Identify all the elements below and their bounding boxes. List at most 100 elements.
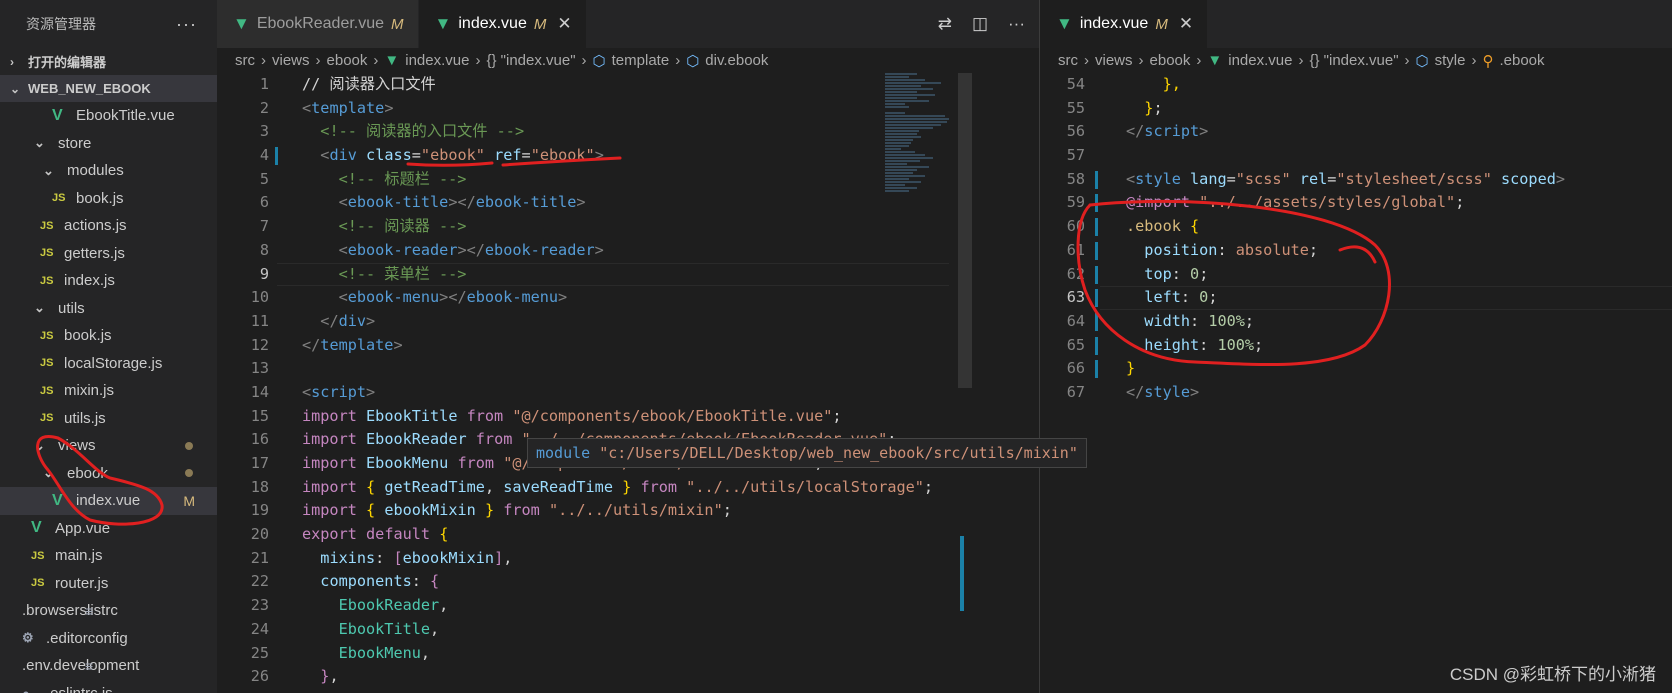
git-change-marker xyxy=(1095,289,1098,308)
code-line[interactable]: 66} xyxy=(1040,357,1672,381)
code-line[interactable]: 20 export default { xyxy=(217,523,1039,547)
line-number: 5 xyxy=(259,169,269,188)
tree-item[interactable]: ⚙ .editorconfig xyxy=(0,625,217,653)
code-line[interactable]: 64 width: 100%; xyxy=(1040,310,1672,334)
tree-item[interactable]: V App.vue xyxy=(0,515,217,543)
tree-item[interactable]: JS localStorage.js xyxy=(0,350,217,378)
code-line[interactable]: 18 import { getReadTime, saveReadTime } f… xyxy=(217,476,1039,500)
code-line[interactable]: 19 import { ebookMixin } from "../../util… xyxy=(217,499,1039,523)
code-line[interactable]: 59 @import "../../assets/styles/global"; xyxy=(1040,191,1672,215)
code-line[interactable]: 60 .ebook { xyxy=(1040,215,1672,239)
code-line[interactable]: 63 left: 0; xyxy=(1040,286,1672,310)
tree-item[interactable]: V EbookTitle.vue xyxy=(0,102,217,130)
code-token: @import xyxy=(1126,193,1191,212)
tree-item[interactable]: JS utils.js xyxy=(0,405,217,433)
tree-item[interactable]: JS main.js xyxy=(0,542,217,570)
code-line[interactable]: 10 <ebook-menu></ebook-menu> xyxy=(217,286,1039,310)
breadcrumb-item[interactable]: .ebook xyxy=(1499,52,1544,69)
vue-file-icon: ▼ xyxy=(1056,14,1073,33)
breadcrumb-separator-icon: › xyxy=(1138,52,1144,69)
breadcrumb-item[interactable]: ebook xyxy=(327,52,368,69)
code-line[interactable]: 9 <!-- 菜单栏 --> xyxy=(217,262,1039,287)
tree-item[interactable]: JS index.js xyxy=(0,267,217,295)
code-line[interactable]: 22 components: { xyxy=(217,570,1039,594)
code-line[interactable]: 12 </template> xyxy=(217,334,1039,358)
tab-index-vue[interactable]: ▼ index.vue M ✕ xyxy=(418,0,587,48)
project-root-section[interactable]: ⌄ WEB_NEW_EBOOK xyxy=(0,75,217,102)
breadcrumb-item[interactable]: {} "index.vue" xyxy=(1309,52,1398,69)
code-line[interactable]: 13 xyxy=(217,357,1039,381)
breadcrumb-item[interactable]: src xyxy=(235,52,255,69)
code-token: scoped xyxy=(1501,169,1556,188)
code-line[interactable]: 56 </script> xyxy=(1040,120,1672,144)
code-line[interactable]: 11 </div> xyxy=(217,310,1039,334)
tree-item[interactable]: JS getters.js xyxy=(0,240,217,268)
breadcrumb-item[interactable]: views xyxy=(1095,52,1133,69)
tree-item[interactable]: ⌄ ebook xyxy=(0,460,217,488)
breadcrumb-item[interactable]: src xyxy=(1058,52,1078,69)
code-line[interactable]: 54 }, xyxy=(1040,73,1672,97)
tree-item[interactable]: ≡ .browserslistrc xyxy=(0,597,217,625)
tree-item[interactable]: JS mixin.js xyxy=(0,377,217,405)
breadcrumb-item[interactable]: style xyxy=(1435,52,1466,69)
tab-index-vue[interactable]: ▼ index.vue M ✕ xyxy=(1040,0,1209,48)
code-line[interactable]: 61 position: absolute; xyxy=(1040,239,1672,263)
tab-ebookreader-vue[interactable]: ▼ EbookReader.vue M xyxy=(217,0,419,48)
code-token: // 阅读器入口文件 xyxy=(302,75,436,93)
line-number: 1 xyxy=(259,75,269,93)
breadcrumb-item[interactable]: index.vue xyxy=(405,52,469,69)
code-line[interactable]: 21 mixins: [ebookMixin], xyxy=(217,547,1039,571)
breadcrumb-item[interactable]: {} "index.vue" xyxy=(486,52,575,69)
file-tree: V EbookTitle.vue ⌄ store ⌄ modules JS book.js JS… xyxy=(0,102,217,693)
code-line[interactable]: 55 }; xyxy=(1040,97,1672,121)
vertical-scrollbar[interactable] xyxy=(958,73,972,388)
breadcrumb-item[interactable]: ebook xyxy=(1150,52,1191,69)
code-line[interactable]: 14 <script> xyxy=(217,381,1039,405)
tree-item[interactable]: JS router.js xyxy=(0,570,217,598)
code-line[interactable]: 15 import EbookTitle from "@/components/e… xyxy=(217,405,1039,429)
minimap[interactable] xyxy=(885,73,965,213)
tree-item[interactable]: JS actions.js xyxy=(0,212,217,240)
code-line[interactable]: 67 </style> xyxy=(1040,381,1672,405)
breadcrumb-item[interactable]: div.ebook xyxy=(705,52,768,69)
split-editor-icon[interactable]: ◫ xyxy=(972,14,988,34)
code-token: import xyxy=(302,430,357,449)
open-changes-icon[interactable]: ⇄ xyxy=(938,14,952,34)
tree-item[interactable]: JS book.js xyxy=(0,185,217,213)
close-icon[interactable]: ✕ xyxy=(1179,14,1193,34)
code-line[interactable]: 7 <!-- 阅读器 --> xyxy=(217,215,1039,239)
tree-item[interactable]: ≡ .env.development xyxy=(0,652,217,680)
code-line[interactable]: 65 height: 100%; xyxy=(1040,334,1672,358)
code-token: EbookReader xyxy=(338,596,440,615)
more-actions-icon[interactable]: ··· xyxy=(176,14,197,35)
code-line[interactable]: 62 top: 0; xyxy=(1040,263,1672,287)
tree-item[interactable]: ● .eslintrc.js xyxy=(0,680,217,693)
breadcrumb-separator-icon: › xyxy=(261,52,266,69)
tree-item[interactable]: JS book.js xyxy=(0,322,217,350)
more-actions-icon[interactable]: ··· xyxy=(1008,14,1025,34)
close-icon[interactable]: ✕ xyxy=(557,14,571,34)
tree-item[interactable]: Vindex.vue M xyxy=(0,487,217,515)
breadcrumb-item[interactable]: views xyxy=(272,52,310,69)
code-area[interactable]: 54 }, 55 }; 56 </script> 57 58 <style lang="sc… xyxy=(1040,73,1672,405)
open-editors-section[interactable]: › 打开的编辑器 xyxy=(0,48,217,75)
code-text: export default { xyxy=(302,523,448,547)
code-line[interactable]: 57 xyxy=(1040,144,1672,168)
code-line[interactable]: 23 EbookReader, xyxy=(217,594,1039,618)
code-line[interactable]: 24 EbookTitle, xyxy=(217,618,1039,642)
code-line[interactable]: 8 <ebook-reader></ebook-reader> xyxy=(217,239,1039,263)
code-line[interactable]: 58 <style lang="scss" rel="stylesheet/scs… xyxy=(1040,168,1672,192)
tree-item[interactable]: ⌄ views xyxy=(0,432,217,460)
tree-item[interactable]: ⌄ utils xyxy=(0,295,217,323)
code-line[interactable]: 26 }, xyxy=(217,665,1039,689)
code-line[interactable]: 25 EbookMenu, xyxy=(217,642,1039,666)
chevron-down-icon: ⌄ xyxy=(34,300,45,316)
breadcrumb-item[interactable]: template xyxy=(612,52,670,69)
tree-item[interactable]: ⌄ store xyxy=(0,130,217,158)
breadcrumb-item[interactable]: index.vue xyxy=(1228,52,1292,69)
tree-item[interactable]: ⌄ modules xyxy=(0,157,217,185)
